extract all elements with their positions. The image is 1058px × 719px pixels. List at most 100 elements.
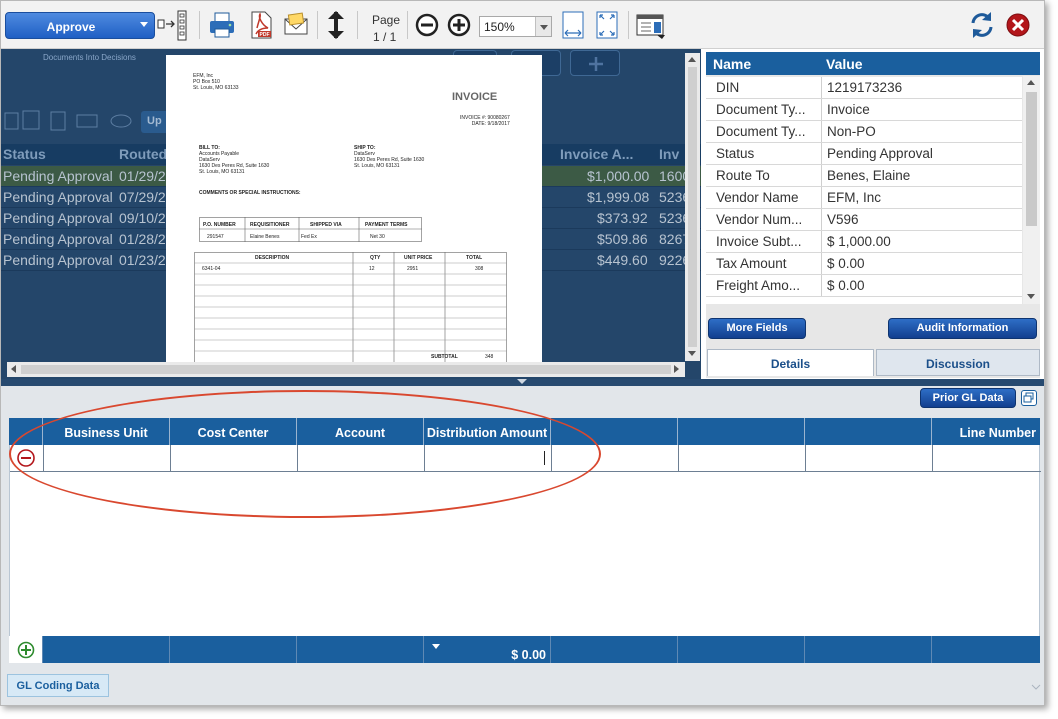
zoom-dropdown-icon[interactable]: [535, 17, 551, 36]
doc-line-value: 6341-04: [202, 266, 221, 272]
zoom-select[interactable]: 150%: [479, 16, 552, 37]
fit-page-icon[interactable]: [592, 9, 622, 41]
name-column-header: Name: [713, 56, 752, 72]
doc-line-header: QTY: [370, 255, 381, 261]
bg-cell: Pending Approval: [3, 189, 113, 205]
restore-window-icon[interactable]: [1021, 390, 1037, 406]
toolbar-divider: [357, 11, 358, 39]
property-row: Route To Benes, Elaine: [706, 165, 1022, 187]
properties-scrollbar[interactable]: [1023, 76, 1040, 304]
gl-col-blank[interactable]: [805, 418, 932, 445]
page-label: Page: [372, 13, 401, 27]
zoom-in-icon[interactable]: [445, 9, 473, 41]
tab-gl-coding-data[interactable]: GL Coding Data: [7, 674, 109, 697]
panel-collapse-handle[interactable]: [701, 197, 706, 211]
toolbar-divider: [199, 11, 200, 39]
background-icons: [4, 110, 132, 131]
doc-line-value: 12: [369, 266, 375, 272]
approve-button[interactable]: Approve: [5, 12, 155, 39]
chevron-down-icon[interactable]: [140, 22, 148, 27]
doc-vertical-scrollbar[interactable]: [685, 53, 700, 361]
property-value: Pending Approval: [827, 146, 933, 161]
background-update-button: Up: [141, 111, 169, 133]
gl-col-line-number[interactable]: Line Number: [932, 418, 1040, 445]
chevron-right-icon[interactable]: [701, 199, 706, 209]
close-icon[interactable]: [1003, 9, 1033, 41]
background-add-button: [570, 50, 620, 76]
plus-icon: [589, 57, 603, 71]
properties-panel: Name Value DIN 1219173236 Document Ty... I…: [706, 52, 1040, 378]
doc-line-header: TOTAL: [466, 255, 483, 261]
doc-horizontal-scrollbar[interactable]: [7, 362, 685, 377]
scroll-up-icon[interactable]: [688, 57, 696, 62]
email-icon[interactable]: [281, 9, 311, 41]
bg-col-inv: Inv: [659, 146, 680, 162]
scroll-thumb[interactable]: [1026, 92, 1037, 226]
footer-cell: [678, 636, 805, 663]
property-name: Freight Amo...: [706, 275, 822, 296]
scroll-up-icon[interactable]: [1027, 80, 1035, 85]
add-row-cell[interactable]: [9, 636, 43, 663]
more-fields-button[interactable]: More Fields: [708, 318, 806, 339]
scroll-thumb[interactable]: [688, 67, 697, 347]
prior-gl-data-button[interactable]: Prior GL Data: [920, 388, 1016, 408]
scroll-down-icon[interactable]: [1027, 294, 1035, 299]
pdf-icon[interactable]: PDF: [246, 9, 276, 41]
pane-splitter[interactable]: [1, 379, 1044, 386]
property-name: Document Ty...: [706, 99, 822, 120]
bg-cell: $1,999.08: [587, 189, 650, 205]
bg-cell: $1,000.00: [587, 168, 650, 184]
app-window: Approve PDF Page 1 / 1 150% Documents In…: [0, 0, 1045, 706]
properties-header: Name Value: [706, 52, 1040, 75]
doc-bill-to: Accounts Payable DataServ 1630 Des Peres…: [199, 151, 270, 175]
gl-cell[interactable]: [806, 445, 933, 472]
property-row-partial: [706, 297, 1022, 304]
approve-label: Approve: [46, 20, 96, 34]
fit-width-icon[interactable]: [558, 9, 588, 41]
scroll-thumb[interactable]: [21, 365, 671, 374]
footer-cell: [297, 636, 424, 663]
footer-cell: [43, 636, 170, 663]
footer-total-cell: $ 0.00: [424, 636, 551, 663]
sum-dropdown-icon[interactable]: [432, 644, 440, 649]
footer-cell: [932, 636, 1040, 663]
property-row: Document Ty... Non-PO: [706, 121, 1022, 143]
layout-icon[interactable]: [635, 9, 667, 41]
refresh-icon[interactable]: [967, 9, 997, 41]
bg-col-routed: Routed: [119, 146, 168, 162]
fit-height-icon[interactable]: [321, 9, 351, 41]
property-name: Document Ty...: [706, 121, 822, 142]
line-number-input[interactable]: [933, 445, 1041, 472]
scroll-right-icon[interactable]: [674, 365, 679, 373]
route-step-icon[interactable]: [157, 9, 191, 41]
add-row-icon[interactable]: [9, 636, 43, 663]
scroll-down-icon[interactable]: [688, 351, 696, 356]
annotation-ellipse: [9, 390, 601, 518]
doc-line-table: [194, 252, 507, 363]
bg-cell: Pending Approval: [3, 252, 113, 268]
doc-po-header: PAYMENT TERMS: [365, 222, 408, 228]
tab-details[interactable]: Details: [707, 349, 874, 376]
splitter-grip-icon[interactable]: [517, 379, 527, 384]
toolbar-divider: [628, 11, 629, 39]
footer-cell: [551, 636, 678, 663]
resize-grip-icon[interactable]: [1031, 683, 1041, 691]
property-name: DIN: [706, 77, 822, 98]
zoom-out-icon[interactable]: [413, 9, 441, 41]
toolbar: Approve PDF Page 1 / 1 150%: [1, 1, 1044, 49]
bg-col-amount: Invoice A...: [560, 146, 634, 162]
printer-icon[interactable]: [207, 9, 237, 41]
toolbar-divider: [407, 11, 408, 39]
doc-line-header: DESCRIPTION: [255, 255, 290, 261]
audit-information-button[interactable]: Audit Information: [888, 318, 1037, 339]
doc-po-value: 291547: [207, 234, 224, 240]
bg-cell: 07/29/2: [119, 189, 166, 205]
tab-discussion[interactable]: Discussion: [876, 349, 1040, 376]
property-value: Invoice: [827, 102, 870, 117]
gl-col-blank[interactable]: [678, 418, 805, 445]
svg-text:PDF: PDF: [260, 32, 270, 38]
gl-cell[interactable]: [679, 445, 806, 472]
scroll-left-icon[interactable]: [11, 365, 16, 373]
property-row: Invoice Subt... $ 1,000.00: [706, 231, 1022, 253]
bg-cell: $449.60: [597, 252, 648, 268]
